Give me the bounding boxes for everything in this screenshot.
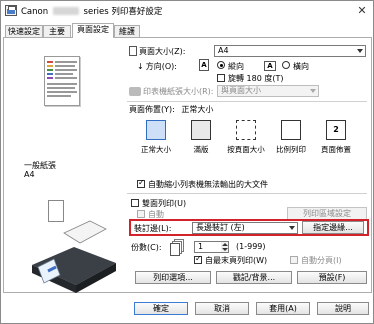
cancel-button[interactable]: 取消 xyxy=(195,302,249,315)
copies-label: 份數(C): xyxy=(131,243,162,252)
scaled-icon xyxy=(281,120,301,140)
orientation-arrow-icon: ↓ xyxy=(137,62,144,71)
title-suffix: series 列印喜好設定 xyxy=(83,7,163,17)
preview-line xyxy=(55,73,73,75)
page-size-label: 頁面大小(Z): xyxy=(129,46,185,57)
page-setup-panel: 一般紙張 A4 頁面大小(Z): A4 ↓ 方向(O): A 縱向 A 橫向 旋轉… xyxy=(3,37,372,293)
layout-option-label: 按頁面大小 xyxy=(227,145,265,154)
preview-line xyxy=(47,91,77,93)
borderless-icon xyxy=(191,120,211,140)
specify-margin-button[interactable]: 指定邊緣... xyxy=(302,221,364,234)
portrait-icon: A xyxy=(199,59,209,71)
printer-app-icon xyxy=(5,5,17,16)
printer-paper-sheet xyxy=(63,220,107,244)
preview-line xyxy=(47,87,75,89)
page-layout-heading: 頁面佈置(Y): 正常大小 xyxy=(129,104,213,115)
printer-paper-size-label: 印表機紙張大小(R): xyxy=(129,86,214,97)
page-layout-value: 正常大小 xyxy=(181,105,214,114)
preview-bar-red xyxy=(47,61,53,63)
redacted-model xyxy=(52,7,79,15)
binding-label: 裝訂邊(L): xyxy=(134,224,172,233)
printer-paper-text: 印表機紙張大小(R): xyxy=(143,87,214,96)
printer-illustration xyxy=(32,220,116,293)
preview-line xyxy=(55,61,77,63)
layout-option-label: 正常大小 xyxy=(141,145,171,154)
printing-preferences-window: Canon series 列印喜好設定 ✕ 快速設定 主要 頁面設定 維護 一般… xyxy=(0,0,374,324)
close-window-button[interactable]: ✕ xyxy=(355,4,369,17)
preview-line xyxy=(55,65,75,67)
chevron-down-icon xyxy=(289,226,295,230)
copies-spinner[interactable] xyxy=(221,241,229,253)
page-layout-icon: 2 xyxy=(326,120,346,140)
collate-checkbox[interactable] xyxy=(290,256,298,264)
layout-borderless[interactable]: 滿版 xyxy=(176,120,226,155)
normal-size-icon xyxy=(146,120,166,140)
preview-page-icon xyxy=(44,56,80,106)
auto-reduce-checkbox[interactable] xyxy=(137,178,145,188)
printer-paper-size-select[interactable]: 與頁面大小 xyxy=(217,85,319,97)
landscape-radio[interactable] xyxy=(282,61,290,69)
print-from-last-page-label: 自最末頁列印(W) xyxy=(205,256,268,265)
portrait-radio[interactable] xyxy=(217,61,225,69)
collate-label: 自動分頁(I) xyxy=(301,256,342,265)
divider xyxy=(127,193,367,194)
chevron-down-icon xyxy=(310,89,316,93)
binding-side-select[interactable]: 長邊裝訂 (左) xyxy=(192,222,298,234)
tab-page-setup[interactable]: 頁面設定 xyxy=(72,23,114,38)
orientation-label: ↓ 方向(O): xyxy=(137,61,177,72)
layout-fit-to-page[interactable]: 按頁面大小 xyxy=(221,120,271,155)
window-title: Canon series 列印喜好設定 xyxy=(21,5,162,17)
copies-stack-icon xyxy=(170,239,186,257)
divider xyxy=(127,101,367,102)
preview-bar-blue xyxy=(47,73,53,75)
duplex-label: 雙面列印(U) xyxy=(142,199,187,208)
fit-to-page-icon xyxy=(236,120,256,140)
layout-scaled[interactable]: 比例列印 xyxy=(266,120,316,155)
preview-line xyxy=(55,69,77,71)
help-button[interactable]: 說明 xyxy=(317,302,369,315)
landscape-label: 橫向 xyxy=(293,62,309,71)
preview-line xyxy=(55,77,77,79)
duplex-checkbox[interactable] xyxy=(131,199,139,207)
copies-range: (1-999) xyxy=(236,242,266,251)
chevron-down-icon xyxy=(357,49,363,53)
layout-option-label: 比例列印 xyxy=(276,145,306,154)
portrait-label: 縱向 xyxy=(228,62,244,71)
print-from-last-page-checkbox[interactable] xyxy=(194,254,202,264)
apply-button[interactable]: 套用(A) xyxy=(256,302,310,315)
landscape-icon: A xyxy=(264,61,276,71)
layout-option-label: 滿版 xyxy=(193,145,209,154)
copies-input[interactable]: 1 xyxy=(194,241,222,253)
preview-line xyxy=(47,83,77,85)
auto-reduce-label: 自動縮小列表機無法輸出的大文件 xyxy=(148,180,268,189)
layout-normal-size[interactable]: 正常大小 xyxy=(131,120,181,155)
defaults-button[interactable]: 預設(F) xyxy=(297,271,367,284)
rotate-180-checkbox[interactable] xyxy=(217,74,225,82)
paper-preview xyxy=(14,46,116,146)
page-icon xyxy=(129,46,137,56)
orientation-text: 方向(O): xyxy=(145,62,177,71)
preview-bar-purple xyxy=(47,77,53,79)
duplex-auto-checkbox[interactable] xyxy=(137,210,145,218)
layout-page-layout[interactable]: 2 頁面佈置 xyxy=(311,120,361,155)
stamp-background-button[interactable]: 戳記/背景... xyxy=(216,271,292,284)
title-bar: Canon series 列印喜好設定 ✕ xyxy=(1,1,373,21)
page-size-text: 頁面大小(Z): xyxy=(139,47,186,56)
title-brand: Canon xyxy=(21,7,49,17)
preview-size-label: A4 xyxy=(24,170,35,179)
preview-line xyxy=(47,95,71,97)
ok-button[interactable]: 確定 xyxy=(134,302,188,315)
page-size-value: A4 xyxy=(218,46,229,55)
page-size-select[interactable]: A4 xyxy=(214,45,366,57)
rotate-180-label: 旋轉 180 度(T) xyxy=(228,74,284,83)
preview-bar-orange xyxy=(47,65,53,67)
printer-paper-icon xyxy=(129,87,141,96)
layout-option-label: 頁面佈置 xyxy=(321,145,351,154)
printer-paper-value: 與頁面大小 xyxy=(221,86,261,95)
page-layout-label: 頁面佈置(Y): xyxy=(129,105,175,114)
print-options-button[interactable]: 列印選項... xyxy=(135,271,211,284)
binding-side-value: 長邊裝訂 (左) xyxy=(196,223,245,232)
preview-bar-green xyxy=(47,69,53,71)
